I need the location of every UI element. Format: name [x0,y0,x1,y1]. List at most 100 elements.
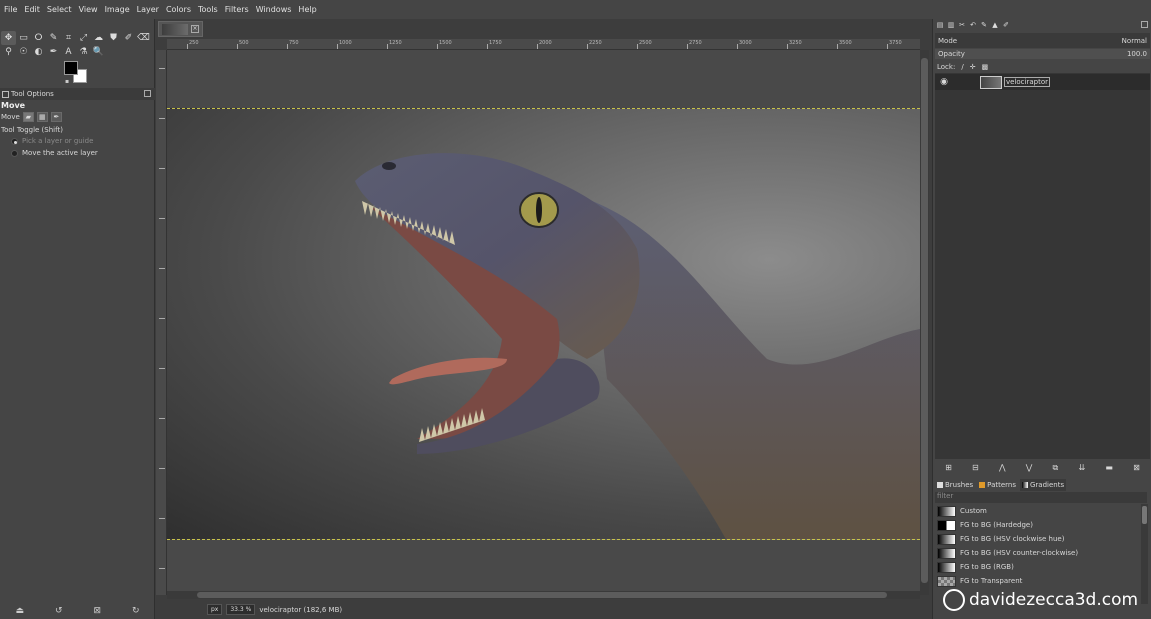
lock-position-icon[interactable]: ✛ [970,63,976,71]
gradient-item[interactable]: FG to BG (HSV counter-clockwise) [935,546,1140,560]
delete-options-icon[interactable]: ⊠ [93,606,101,616]
paths-tab-icon[interactable]: ✂ [957,20,967,30]
opacity-slider[interactable]: Opacity 100.0 [935,49,1150,59]
restore-options-icon[interactable]: ↺ [55,606,63,616]
move-active-layer-radio[interactable]: Move the active layer [11,149,98,157]
unified-transform-icon[interactable]: ⤢ [76,31,91,45]
unit-select[interactable]: px [207,604,223,615]
vertical-ruler[interactable] [156,50,167,595]
ruler-tick [537,44,538,49]
menu-help[interactable]: Help [298,5,316,14]
fuzzy-select-icon[interactable]: ✎ [46,31,61,45]
layers-list[interactable]: ◉ velociraptor [935,73,1150,459]
mask-layer-icon[interactable]: ▬ [1105,463,1113,472]
gradient-item[interactable]: FG to BG (HSV clockwise hue) [935,532,1140,546]
ruler-tick [637,44,638,49]
menu-windows[interactable]: Windows [256,5,292,14]
move-tool-icon[interactable]: ✥ [1,31,16,45]
channels-tab-icon[interactable]: ▥ [946,20,956,30]
menu-edit[interactable]: Edit [24,5,40,14]
ruler-tick [159,318,165,319]
ruler-tick-label: 250 [189,40,199,46]
warp-icon[interactable]: ☁ [91,31,106,45]
close-icon[interactable]: × [191,25,199,33]
eraser-icon[interactable]: ⌫ [136,31,151,45]
gradient-item[interactable]: FG to BG (Hardedge) [935,518,1140,532]
zoom-select[interactable]: 33.3 % [226,604,256,615]
horizontal-scrollbar[interactable] [167,591,920,599]
color-picker-icon[interactable]: ⚗ [76,45,91,59]
menu-select[interactable]: Select [47,5,72,14]
zoom-icon[interactable]: 🔍 [91,45,106,59]
bucket-fill-icon[interactable]: ⛊ [106,31,121,45]
foreground-color[interactable] [64,61,78,75]
tab-brushes[interactable]: Brushes [935,479,975,491]
image-canvas[interactable] [167,108,920,540]
menu-filters[interactable]: Filters [225,5,249,14]
pick-layer-radio[interactable]: Pick a layer or guide [11,137,93,145]
scrollbar-thumb[interactable] [197,592,887,598]
gradient-item[interactable]: FG to Transparent [935,574,1140,588]
clone-icon[interactable]: ⚲ [1,45,16,59]
tool-options-icon [2,90,9,98]
lock-alpha-icon[interactable]: ▩ [982,63,989,71]
mode-select[interactable]: Normal [1122,37,1147,45]
vertical-scrollbar[interactable] [920,50,929,595]
lock-label: Lock: [937,62,956,71]
rect-select-icon[interactable]: ▭ [16,31,31,45]
scrollbar-thumb[interactable] [1142,506,1147,524]
menu-file[interactable]: File [4,5,17,14]
free-select-icon[interactable]: ⵔ [31,31,46,45]
canvas-viewport[interactable] [167,50,920,591]
menu-view[interactable]: View [79,5,98,14]
reset-colors-icon[interactable]: ▪ [65,78,69,85]
opacity-value[interactable]: 100.0 [1127,50,1147,58]
new-group-icon[interactable]: ⊟ [972,463,979,472]
layer-mode-row[interactable]: Mode Normal [935,33,1150,48]
layer-name[interactable]: velociraptor [1004,77,1050,87]
reset-options-icon[interactable]: ↻ [132,606,140,616]
save-options-icon[interactable]: ⏏ [15,606,24,616]
tab-patterns[interactable]: Patterns [977,479,1018,491]
gradient-item[interactable]: FG to BG (RGB) [935,560,1140,574]
lock-pixels-icon[interactable]: / [961,63,963,71]
menu-image[interactable]: Image [105,5,130,14]
menu-tools[interactable]: Tools [198,5,218,14]
move-layer-button[interactable]: ▰ [22,112,34,122]
scrollbar-thumb[interactable] [921,58,928,583]
layers-tab-icon[interactable]: ▤ [935,20,945,30]
menu-layer[interactable]: Layer [137,5,159,14]
anchor-layer-icon[interactable]: ⇊ [1078,463,1085,472]
paintbrush-icon[interactable]: ✐ [121,31,136,45]
filter-input[interactable]: filter [935,492,1147,503]
status-bar: px 33.3 % velociraptor (182,6 MB) [155,600,932,619]
layer-row[interactable]: ◉ velociraptor [935,74,1150,90]
undo-tab-icon[interactable]: ↶ [968,20,978,30]
crop-icon[interactable]: ⌗ [61,31,76,45]
move-selection-button[interactable]: ▦ [36,112,48,122]
gradients-tab-icon[interactable]: ✐ [1001,20,1011,30]
toolbox-grid: ✥ ▭ ⵔ ✎ ⌗ ⤢ ☁ ⛊ ✐ ⌫ ⚲ ☉ ◐ ✒ A ⚗ 🔍 [1,31,153,59]
gradient-scrollbar[interactable] [1141,504,1148,604]
text-icon[interactable]: A [61,45,76,59]
delete-layer-icon[interactable]: ⊠ [1133,463,1140,472]
horizontal-ruler[interactable]: 250 500 750 1000 1250 1500 1750 2000 2250 2500 275… [167,39,920,50]
tab-gradients[interactable]: Gradients [1020,478,1067,491]
gradient-item[interactable]: Custom [935,504,1140,518]
tab-menu-icon[interactable] [144,90,151,97]
smudge-icon[interactable]: ☉ [16,45,31,59]
brushes-tab-icon[interactable]: ✎ [979,20,989,30]
lower-layer-icon[interactable]: ⋁ [1026,463,1033,472]
image-tab[interactable]: × [158,21,203,37]
dock-menu-icon[interactable] [1141,21,1148,28]
new-layer-icon[interactable]: ⊞ [945,463,952,472]
patterns-tab-icon[interactable]: ▲ [990,20,1000,30]
move-path-button[interactable]: ✒ [50,112,62,122]
duplicate-layer-icon[interactable]: ⧉ [1053,463,1059,473]
visibility-eye-icon[interactable]: ◉ [935,77,953,87]
path-icon[interactable]: ✒ [46,45,61,59]
tool-options-tab[interactable]: Tool Options [0,88,155,100]
menu-colors[interactable]: Colors [166,5,191,14]
dodge-icon[interactable]: ◐ [31,45,46,59]
raise-layer-icon[interactable]: ⋀ [999,463,1006,472]
